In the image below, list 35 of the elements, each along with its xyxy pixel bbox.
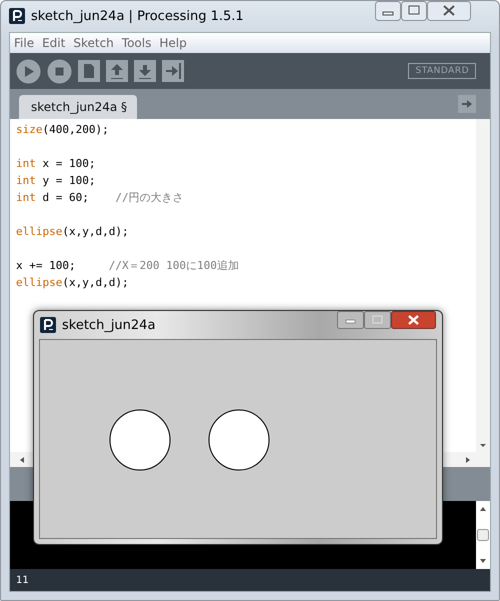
console-scrollbar[interactable] xyxy=(476,501,490,569)
mode-button[interactable]: STANDARD xyxy=(408,63,476,79)
scroll-right-icon[interactable] xyxy=(464,454,472,464)
close-button[interactable] xyxy=(391,311,436,329)
menu-item[interactable]: Edit xyxy=(42,36,66,50)
close-button[interactable] xyxy=(427,1,471,21)
scroll-down-icon[interactable] xyxy=(478,557,488,565)
editor-tab[interactable]: sketch_jun24a § xyxy=(19,95,138,119)
menu-item[interactable]: Help xyxy=(159,36,187,50)
app-logo-icon xyxy=(9,8,25,24)
scroll-left-icon[interactable] xyxy=(18,454,26,464)
circle-shape xyxy=(110,410,170,470)
circle-shape xyxy=(208,410,270,470)
save-button[interactable] xyxy=(134,60,156,82)
maximize-button[interactable] xyxy=(364,311,391,329)
maximize-button[interactable] xyxy=(401,1,427,21)
code-editor[interactable]: size(400,200); int x = 100; int y = 100; int d = 60; //円の大きさ ellipse(x,y,d,d); x += 100; //X＝200 100に100追加 ellipse(x,y,d,d); xyxy=(10,119,239,291)
minimize-button[interactable] xyxy=(375,1,401,21)
run-button[interactable] xyxy=(16,58,41,84)
export-button[interactable] xyxy=(162,60,184,82)
window-title: sketch_jun24a xyxy=(62,318,156,332)
line-number: 11 xyxy=(16,574,29,586)
open-button[interactable] xyxy=(106,60,128,82)
menu-item[interactable]: Tools xyxy=(122,36,152,50)
window-title: sketch_jun24a | Processing 1.5.1 xyxy=(31,8,244,24)
menu-item[interactable]: File xyxy=(14,36,34,50)
new-button[interactable] xyxy=(78,60,100,82)
minimize-button[interactable] xyxy=(337,311,364,329)
stop-button[interactable] xyxy=(47,58,72,84)
vertical-scrollbar[interactable] xyxy=(476,119,490,452)
tab-menu-button[interactable] xyxy=(458,95,476,113)
app-logo-icon xyxy=(40,317,56,333)
scroll-thumb[interactable] xyxy=(477,529,489,541)
scroll-up-icon[interactable] xyxy=(478,505,488,513)
menu-item[interactable]: Sketch xyxy=(73,36,114,50)
